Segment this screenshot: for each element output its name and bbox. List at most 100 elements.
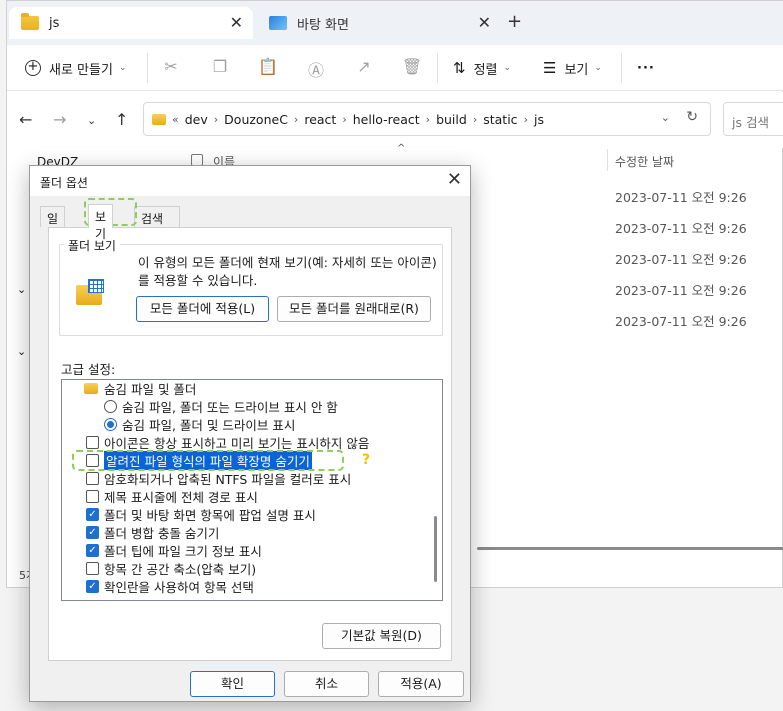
checkbox[interactable] <box>86 561 99 575</box>
copy-icon[interactable]: ❐ <box>209 57 231 79</box>
cut-icon[interactable]: ✂ <box>160 57 182 79</box>
view-tab-panel: 폴더 보기 이 유형의 모든 폴더에 현재 보기(예: 자세히 또는 아이콘)를… <box>48 227 452 661</box>
close-tab-icon[interactable]: ✕ <box>230 13 243 32</box>
recent-chevron-icon[interactable]: ⌄ <box>87 114 96 127</box>
sort-icon: ⇅ <box>453 59 466 77</box>
view-list-icon: ☰ <box>543 59 557 77</box>
chevron-right-icon: › <box>523 112 528 126</box>
breadcrumb-item[interactable]: js <box>534 112 544 127</box>
setting-label: 항목 간 공간 축소(압축 보기) <box>104 561 257 577</box>
folder-icon <box>152 113 166 125</box>
setting-popup-descriptions[interactable]: ✓ 폴더 및 바탕 화면 항목에 팝업 설명 표시 <box>86 505 316 523</box>
tab-bar: js ✕ 바탕 화면 ✕ + <box>7 1 783 45</box>
back-arrow-icon[interactable]: ← <box>19 110 32 129</box>
setting-label: 폴더 팁에 파일 크기 정보 표시 <box>104 543 262 559</box>
tab-desktop[interactable]: 바탕 화면 ✕ <box>257 7 501 39</box>
tab-js[interactable]: js ✕ <box>9 7 253 39</box>
search-input[interactable]: js 검색 <box>723 102 783 136</box>
ok-button[interactable]: 확인 <box>190 671 275 697</box>
toolbar-divider <box>437 53 438 83</box>
radio-button[interactable] <box>104 399 117 413</box>
address-dropdown-icon[interactable]: ⌄ <box>661 111 670 124</box>
advanced-settings-list[interactable]: 숨김 파일 및 폴더 숨김 파일, 폴더 또는 드라이브 표시 안 함 숨김 파… <box>61 379 443 601</box>
checkbox[interactable]: ✓ <box>86 525 99 539</box>
setting-label: 제목 표시줄에 전체 경로 표시 <box>104 489 258 505</box>
column-divider[interactable] <box>607 149 608 171</box>
breadcrumb-item[interactable]: DouzoneC <box>224 112 288 127</box>
vertical-scrollbar[interactable] <box>434 516 437 582</box>
more-options-button[interactable]: ··· <box>637 53 655 83</box>
refresh-icon[interactable]: ↻ <box>686 109 698 125</box>
radio-hide-hidden-files[interactable]: 숨김 파일, 폴더 또는 드라이브 표시 안 함 <box>104 397 338 415</box>
setting-label: 폴더 병합 충돌 숨기기 <box>104 525 220 541</box>
tab-view[interactable]: 보기 <box>88 204 114 241</box>
setting-always-show-icons[interactable]: 아이콘은 항상 표시하고 미리 보기는 표시하지 않음 <box>86 433 369 451</box>
address-row: ← → ⌄ ↑ « dev › DouzoneC › react › hello… <box>7 92 783 148</box>
horizontal-scrollbar[interactable] <box>477 547 783 550</box>
dialog-title: 폴더 옵션 <box>40 176 88 190</box>
forward-arrow-icon[interactable]: → <box>53 110 66 129</box>
folder-options-dialog: 폴더 옵션 ✕ 일반 보기 검색 폴더 보기 이 유형의 모든 폴더에 현재 보… <box>29 165 471 702</box>
chevron-down-icon: ⌄ <box>594 63 602 73</box>
share-icon[interactable]: ↗ <box>353 57 375 79</box>
breadcrumb-item[interactable]: hello-react <box>353 112 420 127</box>
sort-button[interactable]: ⇅ 정렬 ⌄ <box>453 53 511 83</box>
folder-icon <box>84 382 98 394</box>
column-header-date[interactable]: 수정한 날짜 <box>615 153 674 170</box>
apply-to-all-folders-button[interactable]: 모든 폴더에 적용(L) <box>136 296 269 322</box>
close-icon[interactable]: ✕ <box>447 169 462 190</box>
cancel-button[interactable]: 취소 <box>284 671 369 697</box>
chevron-right-icon: › <box>425 112 431 126</box>
sort-ascending-icon: ^ <box>397 143 406 154</box>
dialog-titlebar[interactable]: 폴더 옵션 ✕ <box>30 166 470 196</box>
setting-label: 숨김 파일 및 폴더 <box>104 381 197 397</box>
setting-label: 폴더 및 바탕 화면 항목에 팝업 설명 표시 <box>104 507 316 523</box>
overflow-crumb[interactable]: « <box>172 113 179 126</box>
radio-button[interactable] <box>104 417 117 431</box>
checkbox[interactable]: ✓ <box>86 543 99 557</box>
file-date: 2023-07-11 오전 9:26 <box>615 314 747 329</box>
chevron-right-icon: › <box>342 112 347 126</box>
new-button[interactable]: + 새로 만들기 ⌄ <box>25 53 126 83</box>
setting-label: 숨김 파일, 폴더 또는 드라이브 표시 안 함 <box>122 399 338 415</box>
rename-icon[interactable]: Ⓐ <box>305 57 327 80</box>
setting-label: 확인란을 사용하여 항목 선택 <box>104 579 254 595</box>
paste-icon[interactable]: 📋 <box>257 57 279 79</box>
view-button-label: 보기 <box>564 62 589 78</box>
address-bar[interactable]: « dev › DouzoneC › react › hello-react ›… <box>143 102 711 136</box>
breadcrumb-item[interactable]: dev <box>185 112 208 127</box>
file-date: 2023-07-11 오전 9:26 <box>615 221 747 236</box>
checkbox[interactable] <box>86 435 99 449</box>
checkbox[interactable]: ✓ <box>86 579 99 593</box>
chevron-right-icon: › <box>472 112 478 126</box>
checkbox[interactable] <box>86 489 99 503</box>
setting-use-checkboxes[interactable]: ✓ 확인란을 사용하여 항목 선택 <box>86 577 254 595</box>
breadcrumb-item[interactable]: react <box>304 112 336 127</box>
close-tab-icon[interactable]: ✕ <box>478 13 491 32</box>
radio-show-hidden-files[interactable]: 숨김 파일, 폴더 및 드라이브 표시 <box>104 415 295 433</box>
new-tab-icon[interactable]: + <box>507 11 522 32</box>
file-date: 2023-07-11 오전 9:26 <box>615 190 747 205</box>
tab-label: js <box>49 15 60 31</box>
expand-chevron-icon[interactable]: ⌄ <box>17 283 26 296</box>
setting-hide-merge-conflicts[interactable]: ✓ 폴더 병합 충돌 숨기기 <box>86 523 219 541</box>
delete-icon[interactable]: 🗑 <box>401 57 423 79</box>
setting-folder-tip-size[interactable]: ✓ 폴더 팁에 파일 크기 정보 표시 <box>86 541 262 559</box>
breadcrumb-item[interactable]: build <box>436 112 467 127</box>
checkbox[interactable]: ✓ <box>86 507 99 521</box>
setting-color-ntfs[interactable]: 암호화되거나 압축된 NTFS 파일을 컬러로 표시 <box>86 469 351 487</box>
tab-search[interactable]: 검색 <box>134 206 180 227</box>
view-button[interactable]: ☰ 보기 ⌄ <box>543 53 602 83</box>
checkbox[interactable] <box>86 471 99 485</box>
expand-chevron-icon[interactable]: ⌄ <box>17 345 26 358</box>
tab-general[interactable]: 일반 <box>40 206 66 243</box>
setting-compact-view[interactable]: 항목 간 공간 축소(압축 보기) <box>86 559 256 577</box>
setting-full-path-title[interactable]: 제목 표시줄에 전체 경로 표시 <box>86 487 258 505</box>
file-date: 2023-07-11 오전 9:26 <box>615 252 747 267</box>
up-arrow-icon[interactable]: ↑ <box>115 110 128 129</box>
breadcrumb-item[interactable]: static <box>483 112 517 127</box>
restore-defaults-button[interactable]: 기본값 복원(D) <box>322 623 441 649</box>
reset-all-folders-button[interactable]: 모든 폴더를 원래대로(R) <box>277 296 431 322</box>
tab-label: 바탕 화면 <box>297 17 349 33</box>
apply-button[interactable]: 적용(A) <box>378 671 464 697</box>
